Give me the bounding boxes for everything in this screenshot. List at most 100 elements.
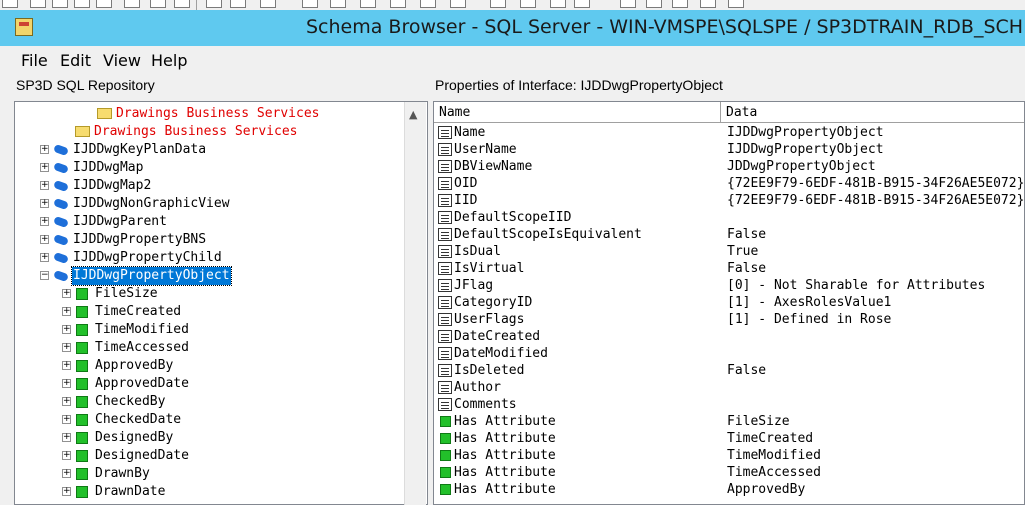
expand-icon[interactable]: + — [62, 415, 71, 424]
export-icon[interactable] — [450, 0, 466, 8]
list-item[interactable]: Name IJDDwgPropertyObject — [434, 124, 1024, 141]
list-item[interactable]: DateCreated — [434, 328, 1024, 345]
find-icon[interactable] — [646, 0, 662, 8]
menu-file[interactable]: File — [21, 51, 48, 70]
preview-icon[interactable] — [96, 0, 112, 8]
menu-help[interactable]: Help — [151, 51, 187, 70]
expand-icon[interactable]: + — [40, 163, 49, 172]
expand-icon[interactable]: + — [62, 343, 71, 352]
tree-item[interactable]: + ApprovedDate — [15, 375, 405, 393]
view-icon[interactable] — [490, 0, 506, 8]
open-icon[interactable] — [30, 0, 46, 8]
filter-icon[interactable] — [302, 0, 318, 8]
report-icon[interactable] — [420, 0, 436, 8]
expand-icon[interactable]: + — [62, 361, 71, 370]
tree-item[interactable]: + IJDDwgNonGraphicView — [15, 195, 405, 213]
tree-item[interactable]: + IJDDwgMap — [15, 159, 405, 177]
schema-tree[interactable]: Drawings Business Services Drawings Busin… — [14, 101, 428, 505]
tree-item[interactable]: + TimeAccessed — [15, 339, 405, 357]
cut-icon[interactable] — [124, 0, 140, 8]
list-item[interactable]: DefaultScopeIsEquivalent False — [434, 226, 1024, 243]
list-item[interactable]: Has Attribute ApprovedBy — [434, 481, 1024, 498]
tree-item[interactable]: + DrawnBy — [15, 465, 405, 483]
list-item[interactable]: IID {72EE9F79-6EDF-481B-B915-34F26AE5E072… — [434, 192, 1024, 209]
grid-icon[interactable] — [360, 0, 376, 8]
expand-icon[interactable]: + — [40, 181, 49, 190]
expand-icon[interactable]: + — [40, 199, 49, 208]
tree-item[interactable]: Drawings Business Services — [15, 105, 405, 123]
window-icon[interactable] — [520, 0, 536, 8]
expand-icon[interactable]: + — [40, 217, 49, 226]
list-item[interactable]: Comments — [434, 396, 1024, 413]
back-icon[interactable] — [260, 0, 276, 8]
tree-item[interactable]: + CheckedBy — [15, 393, 405, 411]
expand-icon[interactable]: + — [62, 451, 71, 460]
tree-item[interactable]: + IJDDwgPropertyChild — [15, 249, 405, 267]
list-item[interactable]: IsDeleted False — [434, 362, 1024, 379]
expand-icon[interactable]: + — [62, 325, 71, 334]
list-item[interactable]: UserFlags [1] - Defined in Rose — [434, 311, 1024, 328]
expand-icon[interactable]: + — [62, 469, 71, 478]
paste-icon[interactable] — [150, 0, 166, 8]
print-icon[interactable] — [74, 0, 90, 8]
properties-icon[interactable] — [700, 0, 716, 8]
list-item[interactable]: IsVirtual False — [434, 260, 1024, 277]
table-icon[interactable] — [390, 0, 406, 8]
expand-icon[interactable]: + — [62, 433, 71, 442]
search-icon[interactable] — [620, 0, 636, 8]
tree-item[interactable]: + IJDDwgMap2 — [15, 177, 405, 195]
expand-icon[interactable]: + — [62, 487, 71, 496]
expand-icon[interactable]: + — [40, 145, 49, 154]
tree-item[interactable]: + IJDDwgParent — [15, 213, 405, 231]
tree-item[interactable]: − IJDDwgPropertyObject — [15, 266, 405, 286]
navigate-icon[interactable] — [672, 0, 688, 8]
expand-icon[interactable]: + — [40, 253, 49, 262]
app-icon[interactable] — [15, 18, 33, 36]
tree-item[interactable]: Drawings Business Services — [15, 123, 405, 141]
tree-item[interactable]: + ApprovedBy — [15, 357, 405, 375]
expand-icon[interactable]: + — [40, 235, 49, 244]
tree-item[interactable]: + DesignedDate — [15, 447, 405, 465]
title-bar[interactable]: Schema Browser - SQL Server - WIN-VMSPE\… — [0, 10, 1025, 46]
undo-icon[interactable] — [206, 0, 222, 8]
tree-item[interactable]: + TimeModified — [15, 321, 405, 339]
redo-icon[interactable] — [230, 0, 246, 8]
list-item[interactable]: CategoryID [1] - AxesRolesValue1 — [434, 294, 1024, 311]
tree-vertical-scrollbar[interactable]: ▲ — [404, 102, 426, 505]
options-icon[interactable] — [574, 0, 590, 8]
tree-item[interactable]: + TimeCreated — [15, 303, 405, 321]
list-item[interactable]: UserName IJDDwgPropertyObject — [434, 141, 1024, 158]
column-header-data[interactable]: Data — [721, 102, 1024, 123]
tree-item[interactable]: + DrawnDate — [15, 483, 405, 501]
list-item[interactable]: Author — [434, 379, 1024, 396]
tree-item[interactable]: + IJDDwgPropertyBNS — [15, 231, 405, 249]
list-item[interactable]: OID {72EE9F79-6EDF-481B-B915-34F26AE5E072… — [434, 175, 1024, 192]
expand-icon[interactable]: + — [62, 289, 71, 298]
new-icon[interactable] — [2, 0, 18, 8]
list-item[interactable]: Has Attribute TimeAccessed — [434, 464, 1024, 481]
list-item[interactable]: JFlag [0] - Not Sharable for Attributes — [434, 277, 1024, 294]
help-icon[interactable] — [728, 0, 744, 8]
expand-icon[interactable]: + — [62, 307, 71, 316]
expand-icon[interactable]: + — [62, 397, 71, 406]
list-item[interactable]: DateModified — [434, 345, 1024, 362]
list-item[interactable]: Has Attribute TimeCreated — [434, 430, 1024, 447]
list-item[interactable]: IsDual True — [434, 243, 1024, 260]
collapse-icon[interactable]: − — [40, 271, 49, 280]
scroll-up-icon[interactable]: ▲ — [409, 108, 417, 121]
tree-item[interactable]: + CheckedDate — [15, 411, 405, 429]
list-item[interactable]: Has Attribute TimeModified — [434, 447, 1024, 464]
tree-item[interactable]: + FileSize — [15, 285, 405, 303]
screen-icon[interactable] — [550, 0, 566, 8]
menu-view[interactable]: View — [103, 51, 141, 70]
list-item[interactable]: Has Attribute FileSize — [434, 413, 1024, 430]
tree-item[interactable]: + IJDDwgKeyPlanData — [15, 141, 405, 159]
column-header-name[interactable]: Name — [434, 102, 721, 123]
delete-icon[interactable] — [174, 0, 190, 8]
list-item[interactable]: DBViewName JDDwgPropertyObject — [434, 158, 1024, 175]
menu-edit[interactable]: Edit — [60, 51, 91, 70]
expand-icon[interactable]: + — [62, 379, 71, 388]
sql-icon[interactable] — [330, 0, 346, 8]
properties-list[interactable]: Name Data Name IJDDwgPropertyObject UserNa… — [433, 101, 1025, 505]
save-icon[interactable] — [52, 0, 68, 8]
